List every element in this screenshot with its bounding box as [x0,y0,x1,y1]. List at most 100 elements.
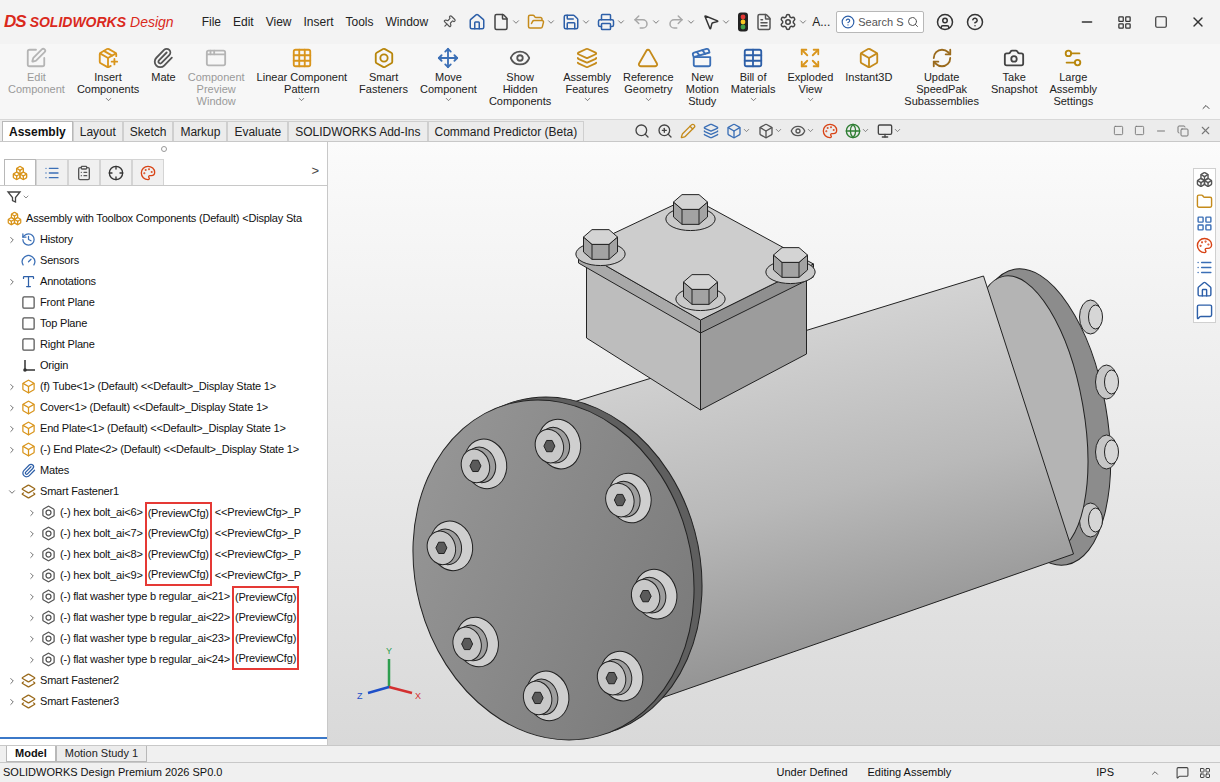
dropdown-icon[interactable] [22,193,30,201]
socket-bolt[interactable] [423,516,478,575]
task-pane-icon[interactable] [1196,281,1213,298]
tree-item[interactable]: Assembly with Toolbox Components (Defaul… [0,208,327,229]
command-button[interactable]: ShowHiddenComponents [483,44,557,107]
socket-bolt[interactable] [594,647,649,706]
quick-access-button[interactable] [667,13,696,31]
close-icon[interactable] [1190,14,1206,30]
tree-item[interactable]: Smart Fastener2 [0,670,327,691]
dropdown-icon[interactable] [644,95,653,104]
expand-arrow-icon[interactable] [27,592,37,602]
quick-access-button[interactable] [527,13,556,31]
doc-restore-icon[interactable] [1177,125,1189,137]
heads-up-button[interactable] [703,123,719,139]
socket-bolt[interactable] [531,415,586,474]
quick-access-button[interactable] [702,13,731,31]
end-plate[interactable] [376,368,732,745]
ribbon-tab[interactable]: Evaluate [227,121,288,141]
panel-tab[interactable] [4,159,36,185]
hex-bolt[interactable] [666,195,715,231]
ribbon-tab[interactable]: Markup [173,121,227,141]
status-options-icon[interactable] [1199,767,1211,779]
socket-bolt[interactable] [458,434,513,493]
task-pane-icon[interactable] [1196,259,1213,276]
panel-tabs-overflow[interactable]: > [311,161,319,181]
collapse-icon[interactable] [1200,101,1212,113]
expand-arrow-icon[interactable] [27,634,37,644]
dropdown-icon[interactable] [806,95,815,104]
expand-arrow-icon[interactable] [27,655,37,665]
menu-item[interactable]: View [266,13,292,31]
ribbon-tab[interactable]: Sketch [123,121,174,141]
tree-item[interactable]: (-) End Plate<2> (Default) <<Default>_Di… [0,439,327,460]
expand-arrow-icon[interactable] [7,424,17,434]
command-button[interactable]: AssemblyFeatures [557,44,617,104]
expand-arrow-icon[interactable] [7,697,17,707]
maximize-icon[interactable] [1154,15,1168,29]
command-button[interactable]: EditComponent [2,44,71,95]
hex-bolt[interactable] [676,275,725,311]
heads-up-button[interactable] [634,123,650,139]
expand-arrow-icon[interactable] [27,571,37,581]
tree-item[interactable]: Right Plane [0,334,327,355]
task-pane-icon[interactable] [1196,171,1213,188]
help-icon[interactable] [966,13,984,31]
units-menu-icon[interactable] [1150,768,1160,778]
tree-item[interactable]: (-) hex bolt_ai<6>(PreviewCfg)<<PreviewC… [0,502,327,523]
tree-item[interactable]: Top Plane [0,313,327,334]
menu-item[interactable]: Insert [304,13,334,31]
cover[interactable] [576,195,815,410]
tree-item[interactable]: Mates [0,460,327,481]
graphics-area[interactable]: YXZ [328,142,1220,745]
heads-up-button[interactable] [657,123,673,139]
tags-icon[interactable] [1176,766,1189,779]
command-button[interactable]: InsertComponents [71,44,145,104]
minimize-icon[interactable] [1079,14,1095,30]
assembly-model[interactable] [328,142,1220,745]
heads-up-button[interactable] [790,123,815,139]
tree-item[interactable]: Front Plane [0,292,327,313]
socket-bolt[interactable] [628,565,683,624]
heads-up-button[interactable] [758,123,783,139]
command-button[interactable]: ComponentPreviewWindow [182,44,251,107]
command-button[interactable]: LargeAssemblySettings [1043,44,1103,107]
tree-item[interactable]: (-) hex bolt_ai<9>(PreviewCfg)<<PreviewC… [0,565,327,586]
tree-item[interactable]: (-) flat washer type b regular_ai<21>(Pr… [0,586,327,607]
tree-item[interactable]: Smart Fastener1 [0,481,327,502]
command-button[interactable]: SmartFasteners [353,44,414,95]
command-button[interactable]: Instant3D [839,44,898,83]
menu-item[interactable]: Window [386,13,429,31]
task-pane-icon[interactable] [1196,215,1213,232]
expand-arrow-icon[interactable] [7,277,17,287]
expand-arrow-icon[interactable] [7,235,17,245]
menu-item[interactable]: Edit [233,13,254,31]
doc-minimize-icon[interactable] [1155,125,1167,137]
doc-close-icon[interactable] [1199,124,1212,137]
expand-arrow-icon[interactable] [7,445,17,455]
command-button[interactable]: Linear ComponentPattern [251,44,354,104]
bottom-tab[interactable]: Motion Study 1 [56,746,147,762]
menu-item[interactable]: Tools [346,13,374,31]
heads-up-button[interactable] [822,123,838,139]
tree-item[interactable]: Origin [0,355,327,376]
command-button[interactable]: NewMotionStudy [680,44,725,107]
command-button[interactable]: MoveComponent [414,44,483,104]
collapse-arrow-icon[interactable] [7,487,17,497]
tile-icon[interactable] [1134,125,1145,136]
dropdown-icon[interactable] [749,95,758,104]
command-button[interactable]: TakeSnapshot [985,44,1043,95]
command-button[interactable]: ReferenceGeometry [617,44,680,104]
command-button[interactable]: ExplodedView [781,44,839,104]
panel-grip-icon[interactable] [161,146,167,152]
bottom-tab[interactable]: Model [6,746,56,762]
user-icon[interactable] [936,13,954,31]
quick-access-button[interactable] [755,13,773,31]
heads-up-button[interactable] [726,123,751,139]
hex-bolt[interactable] [576,230,625,266]
tree-item[interactable]: (-) flat washer type b regular_ai<24>(Pr… [0,649,327,670]
tree-item[interactable]: (f) Tube<1> (Default) <<Default>_Display… [0,376,327,397]
panel-tab[interactable] [68,159,100,185]
units[interactable]: IPS [1096,764,1114,781]
ribbon-tab[interactable]: Command Predictor (Beta) [428,121,585,141]
panel-splitter[interactable] [0,737,327,739]
heads-up-button[interactable] [877,123,902,139]
